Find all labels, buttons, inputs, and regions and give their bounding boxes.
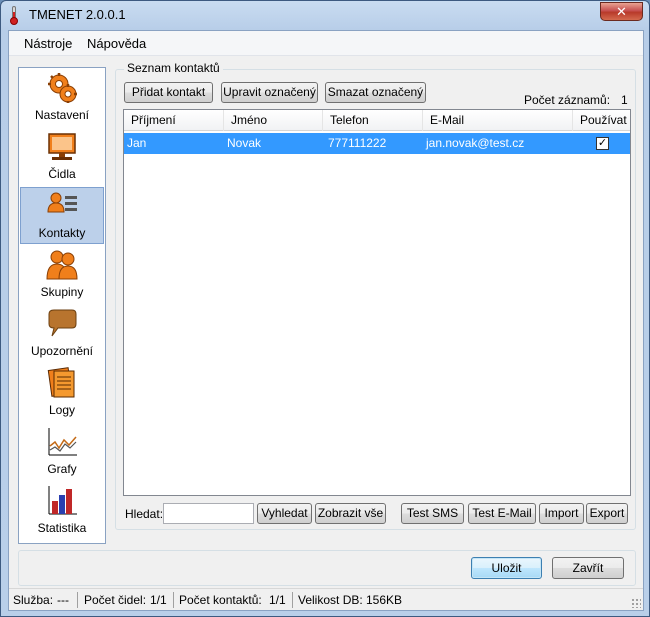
sidebar-item-label: Grafy — [47, 462, 77, 476]
delete-selected-button[interactable]: Smazat označený — [325, 82, 426, 103]
status-service-label: Služba: — [13, 593, 54, 607]
window-title: TMENET 2.0.0.1 — [29, 7, 126, 22]
status-service-value: --- — [57, 593, 69, 607]
status-bar: Služba: --- Počet čidel: 1/1 Počet konta… — [9, 588, 643, 610]
record-count-value: 1 — [621, 93, 628, 107]
column-header-phone[interactable]: Telefon — [323, 110, 423, 131]
sidebar-item-label: Logy — [48, 403, 76, 417]
search-input[interactable] — [163, 503, 254, 524]
cell-name: Novak — [227, 136, 262, 150]
status-db-value: 156KB — [366, 593, 403, 607]
contacts-table: Příjmení Jméno Telefon E-Mail Používat J… — [123, 109, 631, 496]
record-count-label: Počet záznamů: — [524, 93, 611, 107]
sidebar-item-label: Upozornění — [30, 344, 94, 358]
group-people-icon — [46, 250, 78, 280]
column-header-use[interactable]: Používat — [573, 110, 630, 131]
close-button[interactable]: Zavřít — [552, 557, 624, 579]
search-label: Hledat: — [125, 507, 164, 521]
bottom-button-panel — [18, 550, 636, 586]
sidebar-item-label: Čidla — [48, 167, 76, 181]
menu-help[interactable]: Nápověda — [84, 36, 149, 51]
status-db-label: Velikost DB: — [298, 593, 363, 607]
column-header-email[interactable]: E-Mail — [423, 110, 573, 131]
contact-card-icon — [47, 192, 77, 213]
resize-grip[interactable] — [631, 598, 641, 608]
bar-chart-icon — [48, 486, 77, 515]
sidebar-item-label: Statistika — [37, 521, 87, 535]
export-button[interactable]: Export — [586, 503, 628, 524]
use-checkbox[interactable]: ✓ — [596, 137, 609, 150]
table-row[interactable]: Jan Novak 777111222 jan.novak@test.cz ✓ — [124, 133, 630, 154]
thermometer-icon — [10, 6, 18, 25]
sidebar-item-skupiny[interactable]: Skupiny — [20, 247, 104, 304]
sidebar-item-grafy[interactable]: Grafy — [20, 424, 104, 481]
status-contacts-value: 1/1 — [269, 593, 286, 607]
sidebar-item-nastaveni[interactable]: Nastavení — [20, 70, 104, 127]
close-icon: ✕ — [616, 4, 627, 19]
sidebar-item-logy[interactable]: Logy — [20, 365, 104, 422]
save-button[interactable]: Uložit — [471, 557, 542, 579]
status-contacts-label: Počet kontaktů: — [179, 593, 262, 607]
settings-gear-icon — [48, 73, 77, 103]
sidebar-item-kontakty[interactable]: Kontakty — [20, 187, 104, 244]
cell-phone: 777111222 — [328, 136, 387, 150]
contacts-group-title: Seznam kontaktů — [124, 61, 223, 75]
import-button[interactable]: Import — [539, 503, 584, 524]
show-all-button[interactable]: Zobrazit vše — [315, 503, 386, 524]
monitor-icon — [48, 133, 76, 160]
column-header-name[interactable]: Jméno — [224, 110, 323, 131]
checkmark-icon: ✓ — [597, 137, 608, 149]
add-contact-button[interactable]: Přidat kontakt — [124, 82, 213, 103]
cell-email: jan.novak@test.cz — [426, 136, 525, 150]
sidebar-item-statistika[interactable]: Statistika — [20, 483, 104, 540]
app-window: TMENET 2.0.0.1 ✕ Nástroje Nápověda Nasta… — [0, 0, 650, 617]
sidebar-item-label: Kontakty — [38, 226, 86, 240]
sidebar-nav: Nastavení Čidla Kontakty Skupiny Upozorn… — [18, 67, 106, 544]
speech-bubble-icon — [48, 309, 77, 337]
sidebar-item-label: Nastavení — [34, 108, 90, 122]
search-button[interactable]: Vyhledat — [257, 503, 312, 524]
sidebar-item-upozorneni[interactable]: Upozornění — [20, 306, 104, 363]
cell-surname: Jan — [127, 136, 147, 150]
line-chart-icon — [48, 428, 77, 456]
close-window-button[interactable]: ✕ — [600, 2, 643, 21]
test-email-button[interactable]: Test E-Mail — [468, 503, 536, 524]
test-sms-button[interactable]: Test SMS — [401, 503, 464, 524]
status-sensors-label: Počet čidel: — [84, 593, 147, 607]
menu-tools[interactable]: Nástroje — [21, 36, 75, 51]
sidebar-item-label: Skupiny — [40, 285, 84, 299]
title-bar[interactable]: TMENET 2.0.0.1 ✕ — [1, 1, 649, 29]
table-header: Příjmení Jméno Telefon E-Mail Používat — [124, 110, 630, 131]
status-sensors-value: 1/1 — [150, 593, 167, 607]
sidebar-item-cidla[interactable]: Čidla — [20, 129, 104, 186]
edit-selected-button[interactable]: Upravit označený — [221, 82, 318, 103]
column-header-surname[interactable]: Příjmení — [124, 110, 224, 131]
log-documents-icon — [47, 367, 75, 398]
menu-bar: Nástroje Nápověda — [9, 31, 643, 56]
client-area: Nástroje Nápověda Nastavení Čidla Kontak… — [8, 30, 644, 611]
